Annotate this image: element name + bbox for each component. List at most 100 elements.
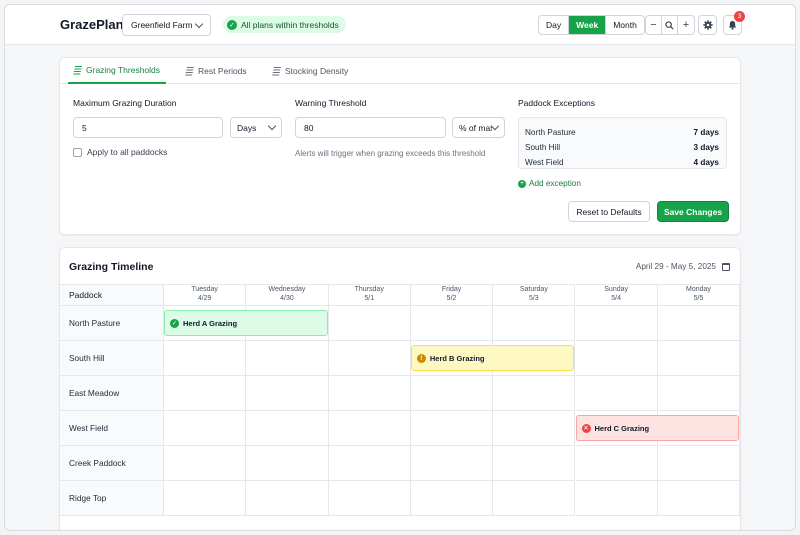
timeline-cell[interactable]	[246, 411, 329, 446]
tab-rest-periods[interactable]: Rest Periods	[180, 58, 253, 84]
timeline-cell[interactable]	[164, 411, 247, 446]
paddock-row-label: South Hill	[60, 341, 164, 376]
grazing-event[interactable]: ! Herd B Grazing	[410, 345, 575, 371]
timeline-cell[interactable]	[410, 481, 494, 516]
status-text: All plans within thresholds	[241, 19, 339, 30]
timeline-cell[interactable]	[493, 446, 576, 481]
tab-grazing-thresholds[interactable]: Grazing Thresholds	[68, 58, 167, 84]
timeline-cell[interactable]	[575, 341, 658, 376]
day-name: Wednesday	[268, 286, 306, 294]
timeline-cell[interactable]	[246, 446, 329, 481]
chevron-down-icon	[267, 121, 277, 131]
event-label: Herd C Grazing	[594, 423, 650, 433]
add-exception-label: Add exception	[529, 179, 581, 188]
warning-threshold-label: Warning Threshold	[295, 98, 367, 108]
max-duration-label: Maximum Grazing Duration	[73, 98, 177, 108]
day-name: Monday	[685, 286, 711, 294]
timeline-cell[interactable]	[410, 376, 494, 411]
timeline-cell[interactable]	[575, 446, 658, 481]
timeline-cell[interactable]	[328, 411, 411, 446]
paddock-row-label: Ridge Top	[60, 481, 164, 516]
paddock-column-header: Paddock	[60, 284, 164, 306]
farm-select[interactable]: Greenfield Farm	[122, 14, 211, 36]
timeline-cell[interactable]	[575, 481, 658, 516]
timeline-cell[interactable]	[493, 411, 576, 446]
warning-unit-value: % of max	[459, 122, 493, 133]
timeline-cell[interactable]	[493, 376, 576, 411]
apply-all-checkbox[interactable]	[73, 147, 82, 157]
timeline-cell[interactable]	[657, 446, 741, 481]
timeline-cell[interactable]	[328, 446, 411, 481]
timeline-cell[interactable]	[493, 306, 576, 341]
timeline-cell[interactable]	[328, 376, 411, 411]
warning-unit-select[interactable]: % of max	[452, 117, 505, 138]
timeline-cell[interactable]	[164, 446, 247, 481]
reset-defaults-button[interactable]: Reset to Defaults	[568, 201, 650, 222]
grazing-timeline-card: Grazing Timeline April 29 - May 5, 2025 …	[59, 247, 741, 530]
timeline-cell[interactable]	[246, 376, 329, 411]
exception-item[interactable]: South Hill 3 days	[525, 140, 719, 155]
paddock-row-label: North Pasture	[60, 306, 164, 341]
save-changes-button[interactable]: Save Changes	[657, 201, 729, 222]
grazing-event[interactable]: ✓ Herd A Grazing	[164, 310, 328, 336]
timeline-cell[interactable]	[246, 341, 329, 376]
exception-name: North Pasture	[525, 128, 576, 137]
timeline-cell[interactable]	[328, 306, 411, 341]
tab-label: Stocking Density	[285, 66, 349, 76]
timeline-cell[interactable]	[246, 481, 329, 516]
view-week-button[interactable]: Week	[569, 16, 607, 34]
day-date: 4/30	[280, 295, 294, 302]
notification-badge: 3	[734, 11, 745, 22]
day-name: Friday	[441, 286, 462, 294]
timeline-cell[interactable]	[493, 481, 576, 516]
timeline-cell[interactable]	[164, 481, 247, 516]
timeline-cell[interactable]	[328, 481, 411, 516]
max-duration-input[interactable]: 5	[73, 117, 223, 138]
duration-unit-select[interactable]: Days	[230, 117, 282, 138]
zoom-in-button[interactable]: +	[678, 16, 694, 34]
timeline-cell[interactable]	[575, 376, 658, 411]
timeline-cell[interactable]	[657, 306, 741, 341]
day-date: 5/3	[528, 295, 539, 302]
event-label: Herd A Grazing	[183, 318, 238, 328]
search-icon[interactable]	[662, 16, 678, 34]
exception-value: 4 days	[693, 158, 720, 167]
day-column-header: Sunday 5/4	[575, 284, 658, 306]
grazing-event[interactable]: ✕ Herd C Grazing	[575, 415, 740, 441]
day-date: 5/2	[446, 295, 457, 302]
timeline-cell[interactable]	[657, 376, 741, 411]
chevron-down-icon	[194, 19, 204, 28]
timeline-cell[interactable]	[410, 306, 494, 341]
exception-item[interactable]: West Field 4 days	[525, 155, 720, 168]
timeline-cell[interactable]	[164, 341, 247, 376]
tab-stocking-density[interactable]: Stocking Density	[267, 58, 354, 84]
warning-threshold-input[interactable]: 80	[295, 117, 446, 138]
apply-all-label: Apply to all paddocks	[87, 147, 168, 157]
document-icon	[73, 65, 82, 75]
zoom-out-button[interactable]: −	[646, 16, 662, 34]
exceptions-list[interactable]: North Pasture 7 days South Hill 3 days W…	[518, 117, 727, 169]
plus-circle-icon: +	[518, 179, 526, 188]
status-badge: ✓ All plans within thresholds	[223, 16, 346, 33]
timeline-cell[interactable]	[410, 411, 494, 446]
day-column-header: Monday 5/5	[657, 284, 741, 306]
timeline-cell[interactable]	[328, 341, 411, 376]
timeline-cell[interactable]	[657, 341, 741, 376]
exception-item[interactable]: North Pasture 7 days	[525, 125, 719, 140]
day-name: Thursday	[354, 286, 384, 294]
timeline-cell[interactable]	[657, 481, 741, 516]
check-circle-icon: ✓	[227, 19, 237, 30]
view-month-button[interactable]: Month	[606, 16, 644, 34]
timeline-cell[interactable]	[410, 446, 494, 481]
paddock-row-label: Creek Paddock	[60, 446, 164, 481]
timeline-cell[interactable]	[575, 306, 658, 341]
settings-button[interactable]	[698, 15, 717, 35]
add-exception-link[interactable]: + Add exception	[518, 179, 581, 188]
tab-label: Rest Periods	[198, 66, 247, 76]
timeline-cell[interactable]	[164, 376, 247, 411]
date-range-picker[interactable]: April 29 - May 5, 2025	[636, 262, 730, 271]
notifications-button[interactable]: 3	[723, 11, 745, 35]
view-day-button[interactable]: Day	[539, 16, 570, 34]
apply-all-checkbox-row[interactable]: Apply to all paddocks	[73, 147, 167, 157]
exception-value: 3 days	[693, 143, 720, 152]
